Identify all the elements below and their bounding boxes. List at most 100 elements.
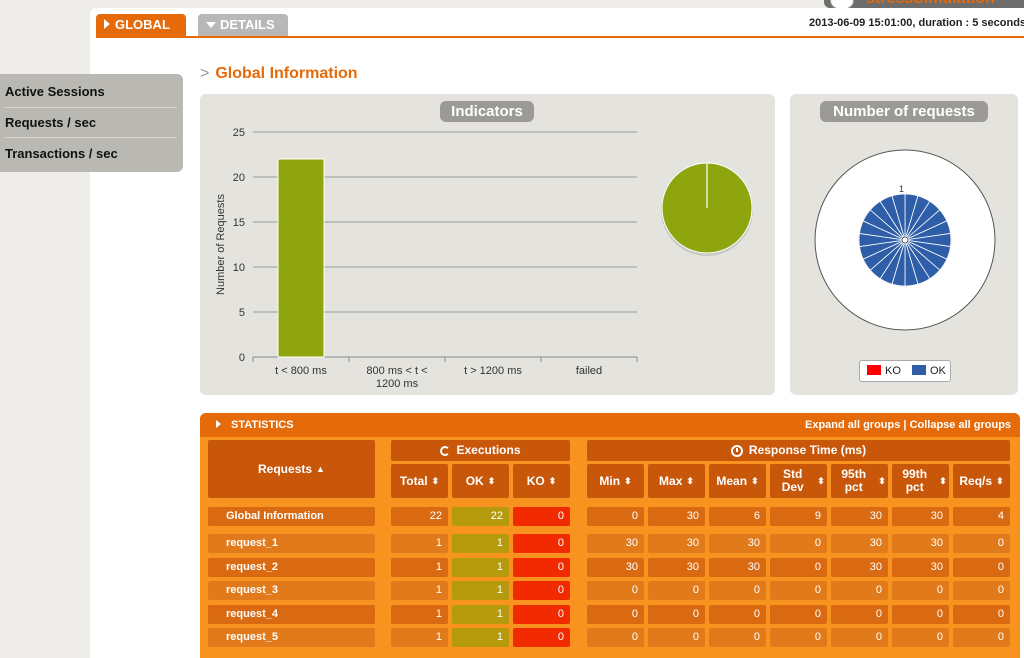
collapse-all-groups-link[interactable]: Collapse all groups [910,419,1011,431]
sort-icon: ⬍ [431,475,440,486]
cell-ok: 1 [452,628,509,647]
cell-ko: 0 [513,628,570,647]
request-name[interactable]: request_4 [208,605,375,624]
sidebar-item-active-sessions[interactable]: Active Sessions [5,84,105,99]
y-tick-label: 20 [233,172,245,184]
cell-std: 9 [770,507,827,526]
cell-reqs: 0 [953,581,1010,600]
tab-details[interactable]: DETAILS [198,14,288,36]
cell-std: 0 [770,581,827,600]
cell-max: 30 [648,507,705,526]
request-name[interactable]: request_5 [208,628,375,647]
request-name[interactable]: request_3 [208,581,375,600]
cell-mean: 0 [709,581,766,600]
cell-std: 0 [770,605,827,624]
statistics-title-text: STATISTICS [231,419,294,431]
col-ok[interactable]: OK ⬍ [452,464,509,498]
cell-max: 30 [648,558,705,577]
caret-down-icon [206,22,216,28]
cell-ko: 0 [513,605,570,624]
tab-details-label: DETAILS [220,17,275,32]
col-min-label: Min [599,473,621,488]
cell-std: 0 [770,534,827,553]
expand-all-groups-link[interactable]: Expand all groups [805,419,900,431]
col-requests[interactable]: Requests ▲ [208,440,375,498]
y-axis-label: Number of Requests [215,194,227,295]
col-ko[interactable]: KO ⬍ [513,464,570,498]
col-group-response-time-label: Response Time (ms) [748,443,867,457]
request-name[interactable]: request_2 [208,558,375,577]
cell-total: 1 [391,628,448,647]
link-separator: | [900,419,910,431]
tab-underline [96,36,1024,38]
request-name[interactable]: Global Information [208,507,375,526]
cell-p95: 30 [831,534,888,553]
cell-ok: 1 [452,534,509,553]
col-req-s[interactable]: Req/s ⬍ [953,464,1010,498]
col-total-label: Total [399,473,428,488]
col-total[interactable]: Total ⬍ [391,464,448,498]
col-std-dev[interactable]: Std Dev ⬍ [770,464,827,498]
cell-std: 0 [770,628,827,647]
col-min[interactable]: Min ⬍ [587,464,644,498]
page-title: > Global Information [200,65,358,83]
cell-min: 0 [587,605,644,624]
cell-p95: 0 [831,628,888,647]
chevron-right-icon: > [200,65,210,82]
col-req-s-label: Req/s [959,473,993,488]
polar-center [901,236,909,244]
cell-p99: 30 [892,534,949,553]
request-name[interactable]: request_1 [208,534,375,553]
legend-ko[interactable]: KO [867,365,901,377]
col-std-dev-label: Std Dev [781,467,804,494]
col-p99[interactable]: 99th pct ⬍ [892,464,949,498]
statistics-title[interactable]: STATISTICS [216,419,294,431]
col-p95[interactable]: 95th pct ⬍ [831,464,888,498]
y-tick-label: 5 [239,307,245,319]
col-max-label: Max [659,473,683,488]
tab-global-label: GLOBAL [115,17,170,32]
cell-ko: 0 [513,558,570,577]
x-tick-label: failed [576,365,602,377]
cell-min: 30 [587,558,644,577]
cell-total: 22 [391,507,448,526]
cell-total: 1 [391,605,448,624]
legend-ok[interactable]: OK [911,365,946,377]
cell-p95: 30 [831,558,888,577]
requests-legend: KO OK [859,360,951,382]
tab-global[interactable]: GLOBAL [96,14,186,36]
cell-mean: 30 [709,534,766,553]
cell-mean: 0 [709,605,766,624]
sort-icon: ⬍ [686,475,694,486]
sidebar-item-transactions-per-sec[interactable]: Transactions / sec [5,146,118,161]
cell-max: 0 [648,628,705,647]
cell-max: 0 [648,581,705,600]
cell-p99: 30 [892,558,949,577]
cell-reqs: 0 [953,558,1010,577]
sort-icon: ⬍ [878,475,886,486]
x-tick-label: 800 ms < t < [366,365,427,377]
col-ko-label: KO [526,473,545,488]
cell-min: 0 [587,628,644,647]
sort-icon: ⬍ [939,475,947,486]
legend-ko-label: KO [885,365,901,377]
cell-ok: 1 [452,558,509,577]
x-tick-label: 1200 ms [376,378,419,390]
cell-ok: 1 [452,605,509,624]
cell-reqs: 0 [953,605,1010,624]
cell-total: 1 [391,534,448,553]
col-max[interactable]: Max ⬍ [648,464,705,498]
polar-radial-label: 1 [899,184,904,194]
y-tick-label: 0 [239,352,245,364]
col-group-response-time: Response Time (ms) [587,440,1010,461]
cell-reqs: 0 [953,534,1010,553]
legend-ok-label: OK [929,365,946,377]
sidebar-item-requests-per-sec[interactable]: Requests / sec [5,115,96,130]
indicators-chart: 0 5 10 15 20 25 Number of Requests t < 800 ms 80… [215,127,753,390]
x-tick-label: t < 800 ms [275,365,327,377]
cell-mean: 0 [709,628,766,647]
col-mean[interactable]: Mean ⬍ [709,464,766,498]
cell-mean: 30 [709,558,766,577]
page-title-text: Global Information [215,65,358,82]
col-p95-label: 95th pct [841,467,867,494]
